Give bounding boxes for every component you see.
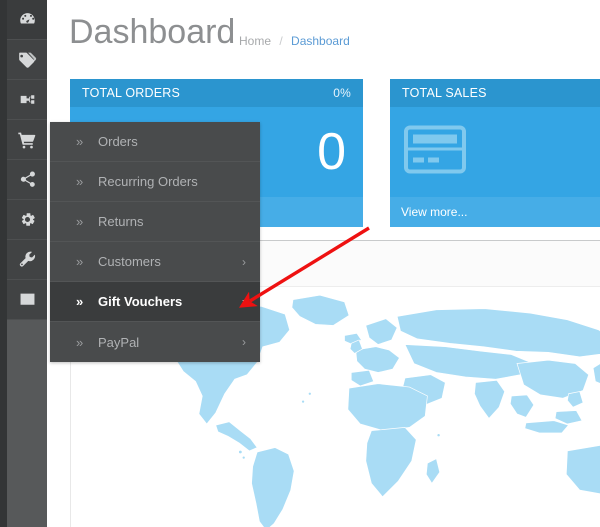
map-region[interactable] [355, 346, 400, 373]
sidebar-item-dashboard[interactable] [7, 0, 47, 40]
sidebar-item-system[interactable] [7, 200, 47, 240]
menu-item-label: Orders [98, 134, 138, 149]
map-region[interactable] [365, 318, 398, 345]
sidebar-filler [7, 320, 47, 527]
map-region[interactable] [365, 427, 417, 498]
breadcrumb-home[interactable]: Home [239, 34, 271, 48]
sidebar-item-sales[interactable] [7, 120, 47, 160]
breadcrumb-separator: / [279, 34, 283, 48]
menu-item-customers[interactable]: » Customers › [50, 242, 260, 282]
sidebar-icon-list [7, 0, 47, 320]
total-sales-card-header: TOTAL SALES [390, 79, 600, 107]
total-orders-card-header: TOTAL ORDERS 0% [70, 79, 363, 107]
total-orders-percent: 0% [333, 86, 351, 100]
menu-item-paypal[interactable]: » PayPal › [50, 322, 260, 362]
sales-flyout-menu: » Orders » Recurring Orders » Returns » Custome… [50, 122, 260, 362]
menu-item-returns[interactable]: » Returns [50, 202, 260, 242]
breadcrumb-current[interactable]: Dashboard [291, 34, 350, 48]
sidebar-rail [0, 0, 7, 527]
wrench-icon [18, 250, 37, 269]
map-region[interactable] [565, 445, 600, 495]
map-island [437, 433, 440, 437]
total-sales-card-footer[interactable]: View more... [390, 197, 600, 227]
map-island [308, 392, 311, 395]
menu-item-recurring-orders[interactable]: » Recurring Orders [50, 162, 260, 202]
map-region[interactable] [592, 362, 600, 384]
sidebar-item-extensions[interactable] [7, 80, 47, 120]
sidebar-item-tools[interactable] [7, 240, 47, 280]
menu-bullet-chevrons-icon: » [76, 134, 84, 149]
menu-item-label: Returns [98, 214, 144, 229]
total-sales-card-body [390, 107, 600, 197]
total-sales-footer-label[interactable]: View more... [401, 205, 467, 219]
total-orders-value: 0 [317, 123, 346, 181]
page-header: Dashboard Home / Dashboard [47, 0, 600, 68]
map-island [242, 456, 245, 459]
left-sidebar [0, 0, 47, 527]
menu-item-label: PayPal [98, 334, 140, 350]
menu-item-label: Customers [98, 254, 161, 269]
sidebar-item-reports[interactable] [7, 280, 47, 320]
dashboard-gauge-icon [18, 10, 37, 29]
map-region[interactable] [291, 294, 350, 326]
map-region[interactable] [350, 369, 375, 387]
page-title: Dashboard [69, 13, 236, 51]
breadcrumb: Home / Dashboard [239, 33, 350, 49]
chevron-right-icon: › [242, 254, 246, 269]
chevron-right-icon: › [242, 335, 246, 349]
app-root: Dashboard Home / Dashboard TOTAL ORDERS … [0, 0, 600, 527]
map-region[interactable] [509, 394, 535, 418]
plug-extensions-icon [18, 90, 37, 109]
map-region[interactable] [215, 421, 258, 452]
map-region[interactable] [425, 458, 441, 484]
menu-bullet-chevrons-icon: » [76, 174, 84, 189]
shopping-cart-icon [17, 130, 37, 150]
chevron-right-icon: › [242, 294, 246, 309]
menu-bullet-chevrons-icon: » [76, 294, 84, 309]
tags-icon [17, 50, 37, 70]
sidebar-item-marketing[interactable] [7, 160, 47, 200]
map-region[interactable] [251, 447, 295, 527]
map-region[interactable] [474, 379, 506, 419]
credit-card-icon [404, 125, 466, 179]
map-region[interactable] [524, 420, 570, 434]
bar-chart-icon [18, 290, 37, 309]
share-nodes-icon [18, 170, 37, 189]
menu-item-gift-vouchers[interactable]: » Gift Vouchers › [50, 282, 260, 322]
total-sales-card-title: TOTAL SALES [402, 86, 487, 100]
total-sales-card[interactable]: TOTAL SALES View more... [390, 79, 600, 227]
map-region[interactable] [347, 383, 428, 432]
total-orders-card-title: TOTAL ORDERS [82, 86, 181, 100]
menu-bullet-chevrons-icon: » [76, 334, 84, 350]
menu-item-label: Gift Vouchers [98, 294, 183, 309]
menu-bullet-chevrons-icon: » [76, 214, 84, 229]
map-island [301, 400, 305, 403]
menu-item-label: Recurring Orders [98, 174, 198, 189]
menu-item-orders[interactable]: » Orders [50, 122, 260, 162]
sidebar-item-catalog[interactable] [7, 40, 47, 80]
map-island [238, 450, 242, 454]
menu-bullet-chevrons-icon: » [76, 254, 84, 269]
gear-icon [18, 210, 37, 229]
map-region[interactable] [567, 391, 584, 408]
